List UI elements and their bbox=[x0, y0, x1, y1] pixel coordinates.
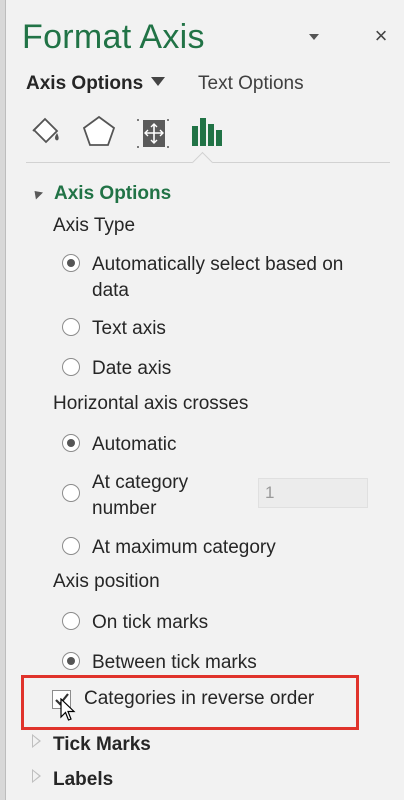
radio-on-tick-marks-label: On tick marks bbox=[92, 612, 209, 633]
collapsed-triangle-icon bbox=[32, 769, 41, 783]
radio-button[interactable] bbox=[62, 652, 80, 670]
tab-axis-options-label: Axis Options bbox=[26, 73, 144, 94]
size-properties-icon[interactable] bbox=[134, 112, 174, 152]
pane-left-border bbox=[0, 0, 6, 800]
axis-type-label: Axis Type bbox=[53, 215, 136, 236]
expanded-triangle-icon bbox=[30, 187, 44, 200]
radio-button[interactable] bbox=[62, 484, 80, 502]
radio-auto-select-line1: Automatically select based on bbox=[92, 254, 344, 275]
radio-at-maximum-category-label: At maximum category bbox=[92, 537, 276, 558]
radio-button[interactable] bbox=[62, 358, 80, 376]
radio-date-axis-label: Date axis bbox=[92, 358, 172, 379]
mouse-cursor-icon bbox=[60, 698, 76, 721]
section-tick-marks-label: Tick Marks bbox=[53, 734, 151, 755]
axis-position-label: Axis position bbox=[53, 571, 160, 592]
radio-auto-select-line2: data bbox=[92, 280, 129, 301]
section-labels-label: Labels bbox=[53, 769, 114, 790]
radio-text-axis-label: Text axis bbox=[92, 318, 166, 339]
section-axis-options[interactable]: Axis Options bbox=[30, 183, 172, 205]
pentagon-effects-icon[interactable] bbox=[79, 112, 119, 152]
section-axis-options-label: Axis Options bbox=[54, 183, 172, 204]
category-number-input[interactable] bbox=[258, 478, 368, 508]
caret-down-icon[interactable] bbox=[151, 77, 166, 86]
radio-button[interactable] bbox=[62, 537, 80, 555]
radio-button[interactable] bbox=[62, 434, 80, 452]
chevron-down-icon[interactable] bbox=[309, 34, 321, 44]
horizontal-axis-crosses-label: Horizontal axis crosses bbox=[53, 393, 249, 414]
tab-text-options[interactable]: Text Options bbox=[198, 73, 304, 95]
close-icon[interactable]: × bbox=[370, 24, 392, 48]
radio-button[interactable] bbox=[62, 318, 80, 336]
section-labels[interactable]: Labels bbox=[32, 769, 113, 791]
radio-at-category-line2: number bbox=[92, 498, 157, 519]
radio-button[interactable] bbox=[62, 612, 80, 630]
section-tick-marks[interactable]: Tick Marks bbox=[32, 734, 151, 756]
tab-axis-options[interactable]: Axis Options bbox=[26, 73, 166, 95]
collapsed-triangle-icon bbox=[32, 734, 41, 748]
pane-title: Format Axis bbox=[22, 18, 205, 56]
reverse-order-label[interactable]: Categories in reverse order bbox=[84, 688, 314, 710]
radio-at-category-line1: At category bbox=[92, 472, 189, 493]
paint-bucket-icon[interactable] bbox=[26, 112, 66, 152]
radio-button[interactable] bbox=[62, 254, 80, 272]
radio-between-tick-marks-label: Between tick marks bbox=[92, 652, 257, 673]
radio-crosses-automatic-label: Automatic bbox=[92, 434, 177, 455]
category-icon-row bbox=[26, 112, 396, 158]
bar-chart-icon[interactable] bbox=[186, 112, 226, 152]
